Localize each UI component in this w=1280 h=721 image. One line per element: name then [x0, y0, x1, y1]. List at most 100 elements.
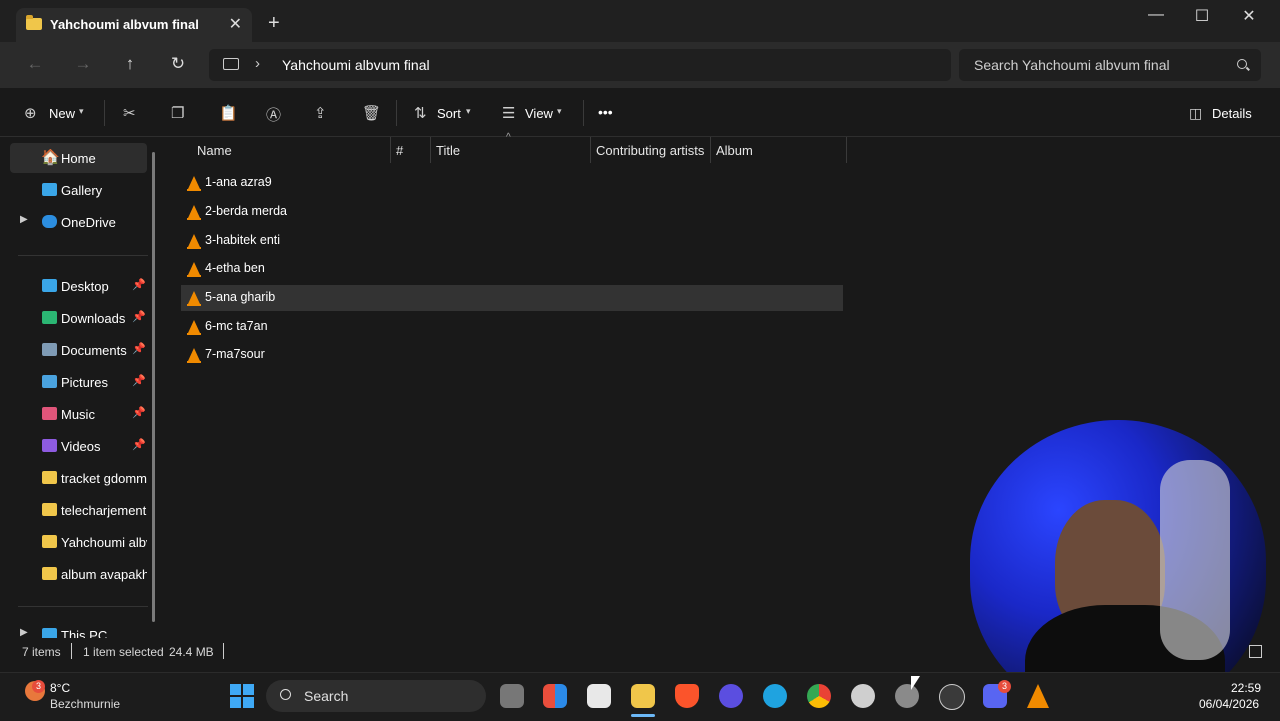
- sidebar-item-desktop[interactable]: Desktop 📌: [10, 271, 147, 301]
- app-icon[interactable]: [719, 684, 743, 708]
- new-tab-button[interactable]: +: [268, 12, 280, 35]
- new-button[interactable]: New: [49, 106, 75, 121]
- file-row[interactable]: 3-habitek enti: [181, 228, 843, 254]
- rename-icon[interactable]: Ⓐ: [266, 104, 281, 125]
- view-icon[interactable]: ☰: [502, 104, 515, 122]
- pictures-icon: [42, 375, 57, 388]
- vlc-file-icon: [187, 205, 201, 220]
- sidebar-item-folder[interactable]: album avapakh: [10, 559, 147, 589]
- more-options-button[interactable]: •••: [598, 104, 613, 120]
- sidebar-item-videos[interactable]: Videos 📌: [10, 431, 147, 461]
- delete-icon[interactable]: 🗑: [362, 104, 381, 122]
- view-chevron-down-icon[interactable]: ▾: [557, 106, 562, 117]
- file-row[interactable]: 7-ma7sour: [181, 342, 843, 368]
- videos-icon: [42, 439, 57, 452]
- folder-icon: [42, 535, 57, 548]
- refresh-button[interactable]: ↻: [165, 54, 191, 76]
- sidebar-item-folder[interactable]: tracket gdomm: [10, 463, 147, 493]
- column-divider[interactable]: [710, 137, 711, 163]
- chevron-right-icon[interactable]: ▶: [20, 627, 28, 638]
- search-box[interactable]: Search Yahchoumi albvum final: [959, 49, 1261, 81]
- sidebar-item-folder[interactable]: telecharjement 1: [10, 495, 147, 525]
- address-path[interactable]: Yahchoumi albvum final: [282, 57, 430, 73]
- file-explorer-icon[interactable]: [631, 684, 655, 708]
- details-pane-icon[interactable]: ◫: [1189, 105, 1202, 122]
- sidebar-item-label: album avapakh: [61, 567, 147, 582]
- file-row[interactable]: 4-etha ben: [181, 256, 843, 282]
- file-name: 5-ana gharib: [205, 290, 276, 304]
- new-chevron-down-icon[interactable]: ▾: [79, 106, 84, 117]
- widgets-icon[interactable]: [543, 684, 567, 708]
- sidebar-scrollbar[interactable]: [152, 152, 155, 622]
- taskbar-search[interactable]: Search: [266, 680, 486, 712]
- column-divider[interactable]: [846, 137, 847, 163]
- cut-icon[interactable]: ✂: [123, 104, 136, 122]
- sort-chevron-down-icon[interactable]: ▾: [466, 106, 471, 117]
- sidebar-item-pictures[interactable]: Pictures 📌: [10, 367, 147, 397]
- chevron-right-icon[interactable]: ›: [255, 55, 260, 72]
- sidebar-item-documents[interactable]: Documents 📌: [10, 335, 147, 365]
- paste-icon[interactable]: 📋: [219, 104, 238, 122]
- file-row-selected[interactable]: 5-ana gharib: [181, 285, 843, 311]
- sidebar-item-home[interactable]: 🏠 Home: [10, 143, 147, 173]
- task-view-icon[interactable]: [500, 684, 524, 708]
- edge-browser-icon[interactable]: [763, 684, 787, 708]
- details-view-icon[interactable]: [1249, 645, 1262, 658]
- column-header-name[interactable]: Name: [197, 143, 232, 158]
- back-button[interactable]: ←: [22, 54, 48, 76]
- sidebar-item-label: telecharjement 1: [61, 503, 147, 518]
- chevron-right-icon[interactable]: ▶: [20, 214, 28, 225]
- minimize-button[interactable]: —: [1136, 6, 1176, 24]
- window-tab[interactable]: Yahchoumi albvum final ✕: [16, 8, 252, 42]
- column-divider[interactable]: [390, 137, 391, 163]
- sort-button[interactable]: Sort: [437, 106, 461, 121]
- column-header-album[interactable]: Album: [716, 143, 753, 158]
- monitor-icon: [42, 628, 57, 638]
- column-divider[interactable]: [590, 137, 591, 163]
- clock-time[interactable]: 22:59: [1231, 681, 1261, 695]
- cloud-icon: [42, 215, 57, 228]
- monitor-icon: [223, 58, 239, 70]
- maximize-button[interactable]: ☐: [1182, 6, 1222, 26]
- chrome-browser-icon[interactable]: [807, 684, 831, 708]
- sidebar-item-this-pc[interactable]: ▶ This PC: [10, 624, 147, 638]
- folder-icon: [42, 471, 57, 484]
- file-row[interactable]: 2-berda merda: [181, 199, 843, 225]
- close-window-button[interactable]: ✕: [1229, 6, 1269, 26]
- column-header-number[interactable]: #: [396, 143, 403, 158]
- column-header-title[interactable]: Title: [436, 143, 460, 158]
- sidebar-item-onedrive[interactable]: ▶ OneDrive: [10, 207, 147, 237]
- microsoft-store-icon[interactable]: [587, 684, 611, 708]
- vlc-icon[interactable]: [1027, 684, 1049, 708]
- sidebar-item-label: OneDrive: [61, 215, 116, 230]
- media-player-icon[interactable]: [939, 684, 965, 710]
- close-tab-icon[interactable]: ✕: [229, 14, 242, 34]
- weather-temperature[interactable]: 8°C: [50, 681, 70, 695]
- file-row[interactable]: 6-mc ta7an: [181, 314, 843, 340]
- sidebar-item-folder[interactable]: Yahchoumi albvum final: [10, 527, 147, 557]
- search-input[interactable]: Search Yahchoumi albvum final: [974, 57, 1170, 73]
- sidebar-item-music[interactable]: Music 📌: [10, 399, 147, 429]
- item-count: 7 items: [22, 645, 61, 659]
- sidebar-item-gallery[interactable]: Gallery: [10, 175, 147, 205]
- search-icon[interactable]: [1237, 59, 1247, 69]
- file-row[interactable]: 1-ana azra9: [181, 170, 843, 196]
- clock-date[interactable]: 06/04/2026: [1199, 697, 1259, 711]
- sidebar-item-downloads[interactable]: Downloads 📌: [10, 303, 147, 333]
- forward-button[interactable]: →: [70, 54, 96, 76]
- up-button[interactable]: ↑: [117, 54, 143, 76]
- column-divider[interactable]: [430, 137, 431, 163]
- share-icon[interactable]: ⇪: [314, 104, 327, 122]
- column-header-contributing-artists[interactable]: Contributing artists: [596, 143, 704, 158]
- copy-icon[interactable]: ❐: [171, 104, 184, 122]
- view-button[interactable]: View: [525, 106, 553, 121]
- windows-start-icon[interactable]: [230, 684, 254, 708]
- command-bar: [0, 88, 1280, 137]
- new-plus-icon[interactable]: ⊕: [24, 104, 37, 122]
- sort-icon[interactable]: ⇅: [414, 104, 427, 122]
- details-button[interactable]: Details: [1212, 106, 1252, 121]
- obs-icon[interactable]: [851, 684, 875, 708]
- brave-browser-icon[interactable]: [675, 684, 699, 708]
- address-bar[interactable]: › Yahchoumi albvum final: [209, 49, 951, 81]
- weather-description[interactable]: Bezchmurnie: [50, 697, 120, 711]
